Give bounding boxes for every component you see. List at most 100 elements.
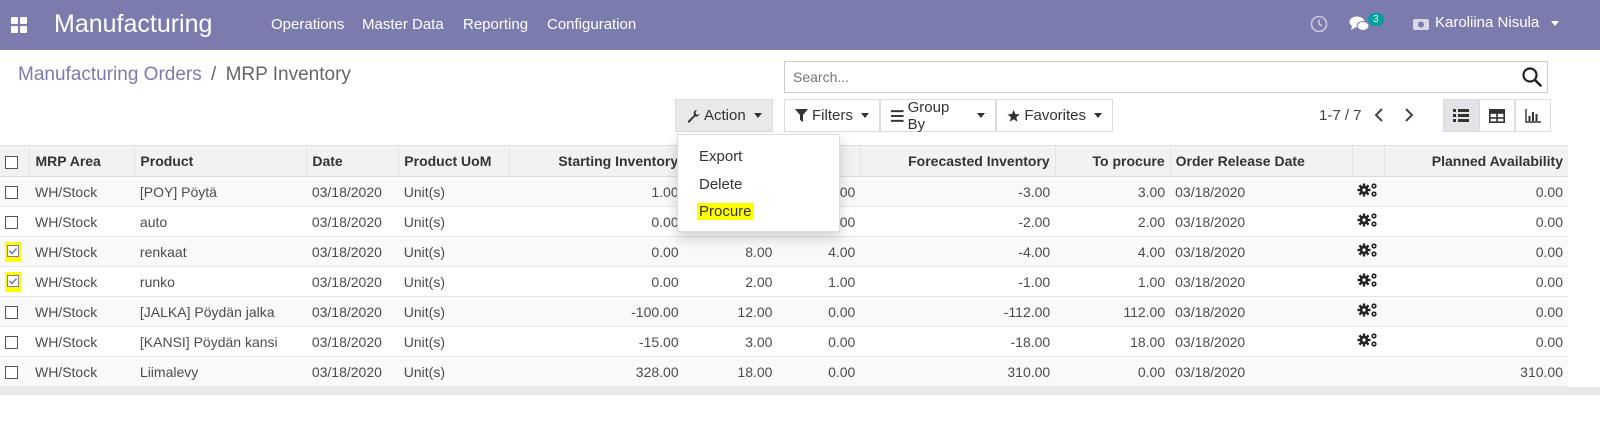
filters-label: Filters bbox=[812, 107, 853, 124]
row-select-checkbox-highlight bbox=[5, 271, 21, 292]
cell-planned-availability: 0.00 bbox=[1384, 266, 1568, 297]
table-row[interactable]: WH/Stock renkaat 03/18/2020 Unit(s) 0.00 8.00… bbox=[0, 236, 1568, 267]
activity-clock-icon[interactable] bbox=[1310, 15, 1328, 33]
col-mrp-area[interactable]: MRP Area bbox=[29, 145, 135, 177]
search-icon[interactable] bbox=[1521, 66, 1543, 88]
cogs-icon[interactable] bbox=[1357, 272, 1379, 288]
cell-mrp-area: WH/Stock bbox=[29, 206, 135, 237]
favorites-label: Favorites bbox=[1024, 107, 1086, 124]
user-menu[interactable]: Karoliina Nisula bbox=[1435, 14, 1560, 31]
pager-value[interactable]: 1-7 / 7 bbox=[1319, 107, 1362, 124]
cell-mrp-area: WH/Stock bbox=[29, 266, 135, 297]
col-starting-inventory[interactable]: Starting Inventory bbox=[509, 145, 684, 177]
group-by-label: Group By bbox=[907, 98, 950, 133]
cell-hidden-7: 4.00 bbox=[777, 236, 861, 267]
pivot-view-button[interactable] bbox=[1479, 99, 1515, 132]
chevron-left-icon[interactable] bbox=[1374, 108, 1384, 122]
action-label: Action bbox=[704, 107, 746, 124]
star-icon bbox=[1007, 109, 1020, 122]
row-select-checkbox[interactable] bbox=[7, 274, 19, 287]
menu-item-procure[interactable]: Procure bbox=[697, 203, 754, 220]
col-product-uom[interactable]: Product UoM bbox=[398, 145, 510, 177]
row-select-checkbox[interactable] bbox=[5, 216, 18, 230]
cell-planned-availability: 0.00 bbox=[1384, 296, 1568, 327]
table-row[interactable]: WH/Stock runko 03/18/2020 Unit(s) 0.00 2.00 1.… bbox=[0, 266, 1568, 297]
col-order-release-date[interactable]: Order Release Date bbox=[1169, 145, 1352, 177]
cogs-icon[interactable] bbox=[1357, 182, 1379, 198]
cell-starting-inventory: -100.00 bbox=[509, 296, 684, 327]
cell-to-procure: 2.00 bbox=[1055, 206, 1171, 237]
table-row[interactable]: WH/Stock Liimalevy 03/18/2020 Unit(s) 328.00… bbox=[0, 356, 1568, 387]
row-select-checkbox[interactable] bbox=[7, 244, 19, 257]
graph-view-button[interactable] bbox=[1515, 99, 1551, 132]
col-date[interactable]: Date bbox=[306, 145, 399, 177]
menu-master-data[interactable]: Master Data bbox=[362, 16, 444, 33]
apps-grid-icon[interactable] bbox=[11, 17, 27, 33]
cogs-icon[interactable] bbox=[1357, 332, 1379, 348]
col-to-procure[interactable]: To procure bbox=[1054, 145, 1171, 177]
row-select-checkbox[interactable] bbox=[5, 306, 18, 320]
table-row[interactable]: WH/Stock [KANSI] Pöydän kansi 03/18/2020 Un… bbox=[0, 326, 1568, 357]
menu-operations[interactable]: Operations bbox=[271, 16, 344, 33]
cell-hidden-7: 0.00 bbox=[777, 326, 861, 357]
messages-count-badge: 3 bbox=[1368, 13, 1384, 26]
cell-starting-inventory: 328.00 bbox=[509, 356, 684, 387]
cell-mrp-area: WH/Stock bbox=[29, 326, 135, 357]
cell-forecasted-inventory: -4.00 bbox=[860, 236, 1056, 267]
cell-uom: Unit(s) bbox=[398, 296, 510, 327]
cell-uom: Unit(s) bbox=[398, 326, 510, 357]
cell-forecasted-inventory: 310.00 bbox=[860, 356, 1056, 387]
chevron-down-icon bbox=[753, 113, 762, 118]
group-by-button[interactable]: Group By bbox=[880, 98, 996, 133]
row-select-cell bbox=[0, 206, 30, 237]
cell-hidden-6: 12.00 bbox=[683, 296, 778, 327]
cell-actions bbox=[1352, 176, 1384, 207]
cell-mrp-area: WH/Stock bbox=[29, 176, 135, 207]
cell-product: auto bbox=[134, 206, 307, 237]
cell-date: 03/18/2020 bbox=[306, 356, 399, 387]
app-title[interactable]: Manufacturing bbox=[54, 10, 212, 39]
cell-date: 03/18/2020 bbox=[306, 296, 399, 327]
cogs-icon[interactable] bbox=[1357, 302, 1379, 318]
row-select-checkbox[interactable] bbox=[5, 336, 18, 350]
search-input[interactable] bbox=[791, 68, 1515, 86]
action-dropdown-menu: Export Delete Procure bbox=[677, 134, 840, 232]
group-list-icon bbox=[891, 109, 904, 122]
col-forecasted-inventory[interactable]: Forecasted Inventory bbox=[859, 145, 1056, 177]
menu-configuration[interactable]: Configuration bbox=[547, 16, 636, 33]
cell-actions bbox=[1352, 236, 1384, 267]
cell-planned-availability: 310.00 bbox=[1384, 356, 1568, 387]
cell-uom: Unit(s) bbox=[398, 206, 510, 237]
cogs-icon[interactable] bbox=[1357, 242, 1379, 258]
cell-product: [KANSI] Pöydän kansi bbox=[134, 326, 307, 357]
row-select-cell bbox=[0, 236, 30, 267]
table-footer-bar bbox=[0, 387, 1600, 395]
cell-planned-availability: 0.00 bbox=[1384, 176, 1568, 207]
cell-date: 03/18/2020 bbox=[306, 266, 399, 297]
cell-date: 03/18/2020 bbox=[306, 206, 399, 237]
list-view-button[interactable] bbox=[1443, 99, 1479, 132]
filters-button[interactable]: Filters bbox=[784, 99, 880, 132]
cell-to-procure: 18.00 bbox=[1055, 326, 1171, 357]
row-select-checkbox[interactable] bbox=[5, 366, 18, 380]
row-select-checkbox[interactable] bbox=[5, 186, 18, 200]
favorites-button[interactable]: Favorites bbox=[996, 99, 1113, 132]
cell-actions bbox=[1352, 206, 1384, 237]
cell-actions bbox=[1352, 296, 1384, 327]
col-product[interactable]: Product bbox=[134, 145, 307, 177]
menu-reporting[interactable]: Reporting bbox=[463, 16, 528, 33]
select-all-checkbox[interactable] bbox=[5, 155, 18, 169]
menu-item-delete[interactable]: Delete bbox=[699, 176, 742, 193]
cogs-icon[interactable] bbox=[1357, 212, 1379, 228]
cell-hidden-7: 1.00 bbox=[777, 266, 861, 297]
action-button[interactable]: Action bbox=[675, 99, 773, 132]
filter-funnel-icon bbox=[795, 108, 808, 122]
table-row[interactable]: WH/Stock [JALKA] Pöydän jalka 03/18/2020 Un… bbox=[0, 296, 1568, 327]
col-planned-availability[interactable]: Planned Availability bbox=[1383, 145, 1568, 177]
cell-hidden-6: 2.00 bbox=[683, 266, 778, 297]
chevron-right-icon[interactable] bbox=[1404, 108, 1414, 122]
chevron-down-icon bbox=[1094, 113, 1102, 118]
breadcrumb-parent-link[interactable]: Manufacturing Orders bbox=[18, 64, 202, 85]
cell-uom: Unit(s) bbox=[398, 176, 510, 207]
menu-item-export[interactable]: Export bbox=[699, 148, 742, 165]
